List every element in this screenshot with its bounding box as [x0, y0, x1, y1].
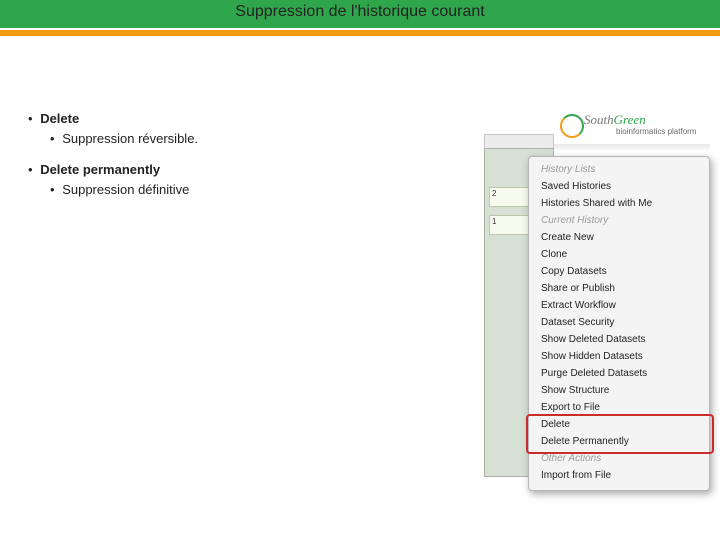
bullet-dot-icon: •: [50, 131, 55, 146]
bullet-dot-icon: •: [50, 182, 55, 197]
body-text: • Delete • Suppression réversible. • Del…: [28, 110, 198, 212]
logo-tagline: bioinformatics platform: [616, 127, 696, 136]
menu-item[interactable]: Clone: [529, 246, 709, 263]
bullet-dot-icon: •: [28, 111, 33, 126]
menu-item[interactable]: Show Hidden Datasets: [529, 348, 709, 365]
menu-item[interactable]: Extract Workflow: [529, 297, 709, 314]
bullet-delete: • Delete: [28, 110, 198, 128]
logo-gradient: [554, 144, 710, 150]
menu-item[interactable]: Delete: [529, 416, 709, 433]
screenshot: 2 1 SouthGreen bioinformatics platform H…: [484, 110, 712, 475]
menu-section-header: History Lists: [529, 161, 709, 178]
menu-item[interactable]: Copy Datasets: [529, 263, 709, 280]
bullet-delete-desc: • Suppression réversible.: [50, 130, 198, 148]
dataset-number: 2: [492, 189, 502, 199]
history-options-menu: History ListsSaved HistoriesHistories Sh…: [528, 156, 710, 491]
menu-item[interactable]: Export to File: [529, 399, 709, 416]
bullet-dot-icon: •: [28, 162, 33, 177]
menu-item[interactable]: Dataset Security: [529, 314, 709, 331]
menu-item[interactable]: Import from File: [529, 467, 709, 484]
menu-item[interactable]: Share or Publish: [529, 280, 709, 297]
slide-title: Suppression de l'historique courant: [0, 3, 720, 21]
delete-perm-heading: Delete permanently: [40, 162, 160, 177]
slide: Suppression de l'historique courant • De…: [0, 0, 720, 540]
menu-item[interactable]: Create New: [529, 229, 709, 246]
menu-item[interactable]: Saved Histories: [529, 178, 709, 195]
title-bar-orange: [0, 30, 720, 36]
menu-section-header: Current History: [529, 212, 709, 229]
delete-desc: Suppression réversible.: [62, 131, 198, 146]
menu-item[interactable]: Delete Permanently: [529, 433, 709, 450]
dataset-number: 1: [492, 217, 502, 227]
logo-south: South: [584, 112, 614, 127]
bullet-delete-perm-desc: • Suppression définitive: [50, 181, 198, 199]
bullet-delete-perm: • Delete permanently: [28, 161, 198, 179]
logo: SouthGreen bioinformatics platform: [554, 110, 710, 145]
delete-perm-desc: Suppression définitive: [62, 182, 189, 197]
logo-green: Green: [614, 112, 646, 127]
logo-text: SouthGreen: [584, 112, 646, 128]
swirl-icon: [560, 114, 584, 138]
menu-item[interactable]: Show Deleted Datasets: [529, 331, 709, 348]
menu-item[interactable]: Purge Deleted Datasets: [529, 365, 709, 382]
menu-item[interactable]: Histories Shared with Me: [529, 195, 709, 212]
delete-heading: Delete: [40, 111, 79, 126]
menu-section-header: Other Actions: [529, 450, 709, 467]
menu-item[interactable]: Show Structure: [529, 382, 709, 399]
